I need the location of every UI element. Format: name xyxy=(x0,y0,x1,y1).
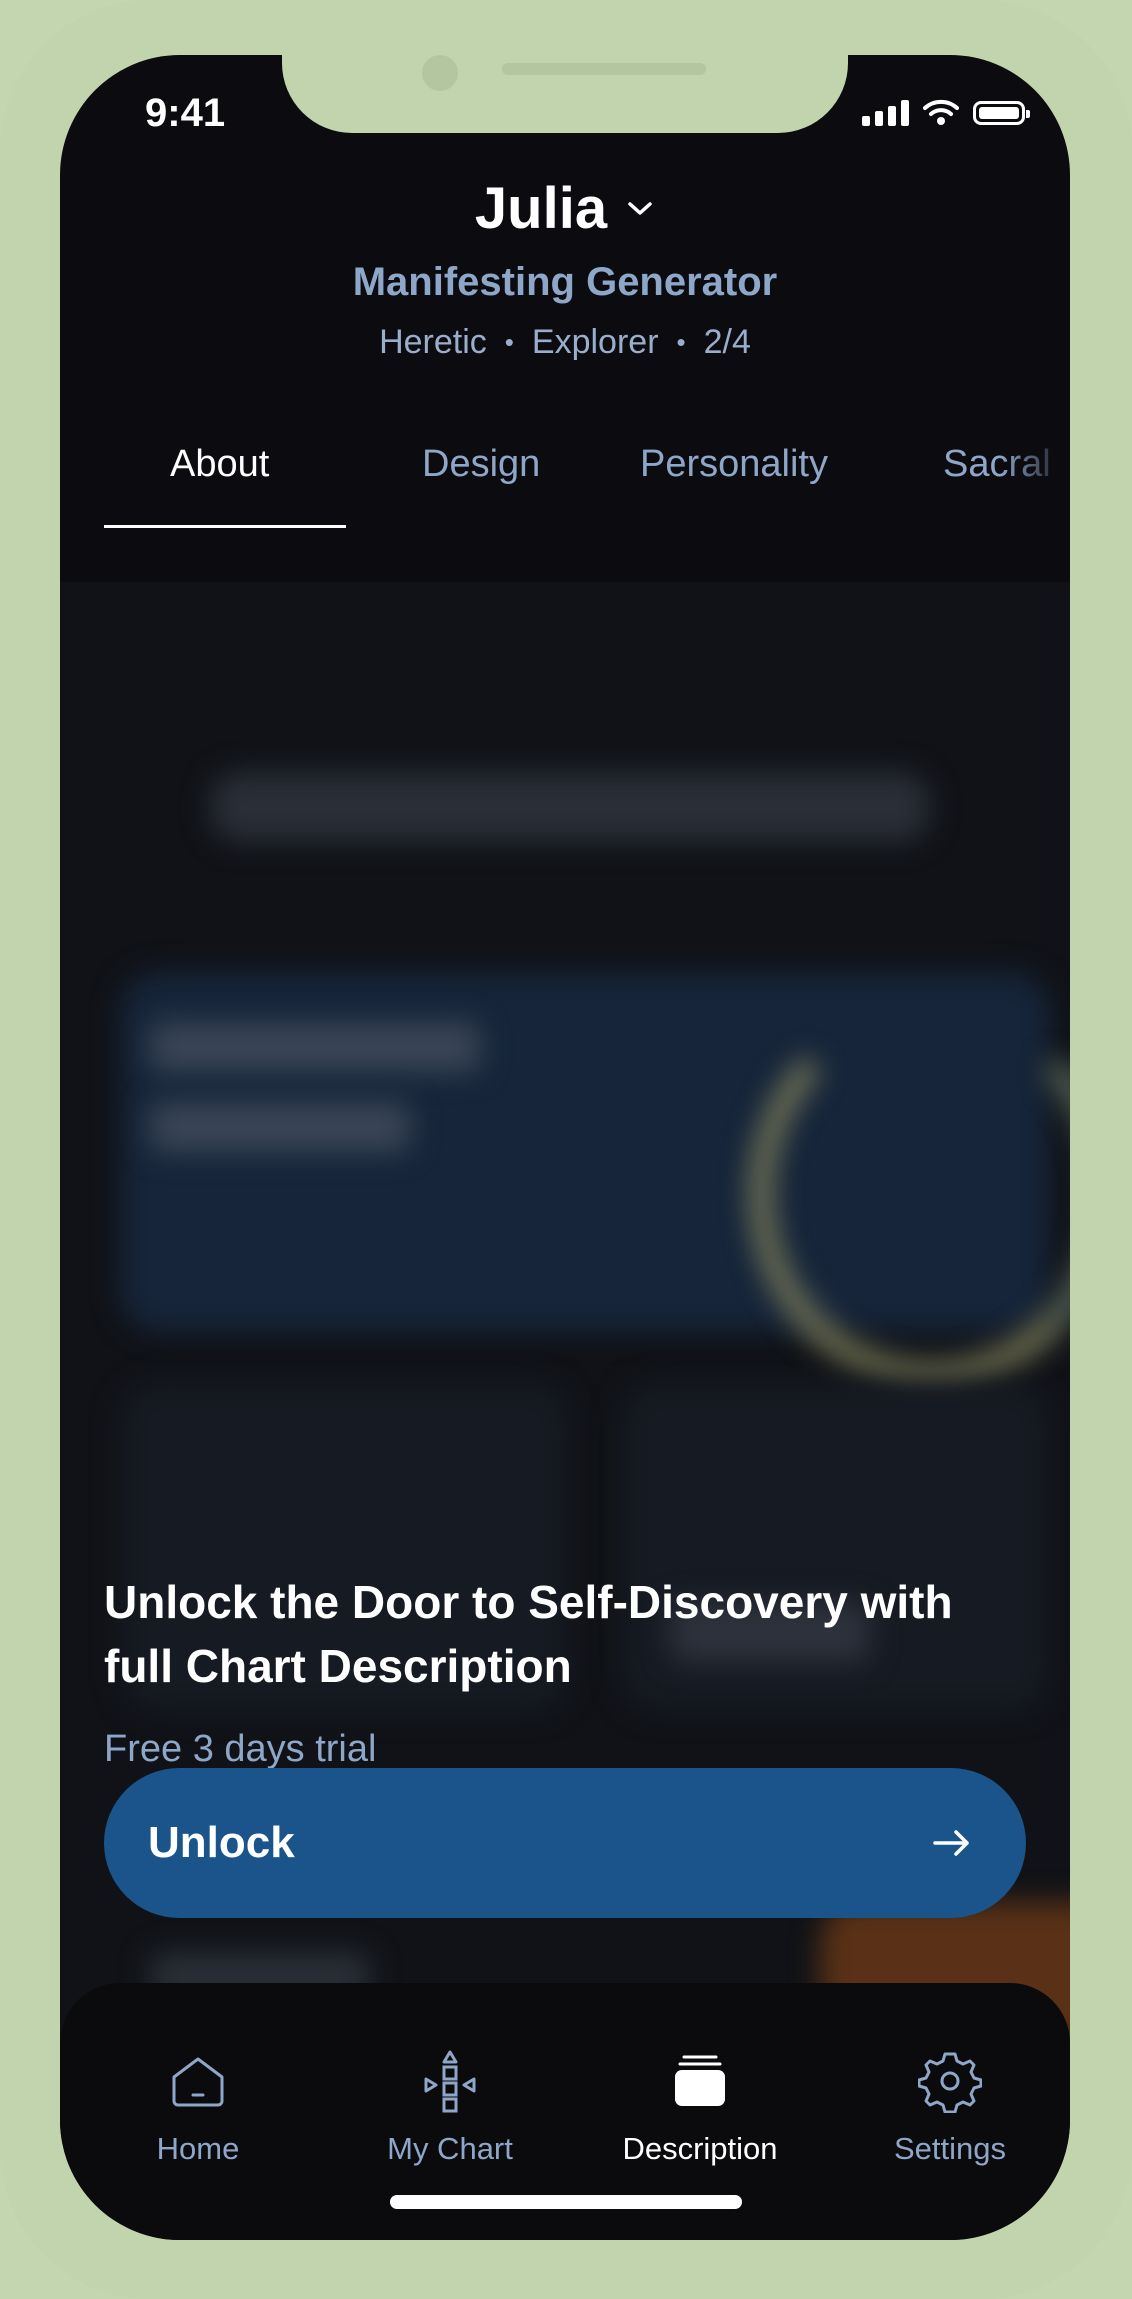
wifi-icon xyxy=(923,99,959,125)
nav-label: My Chart xyxy=(387,2131,513,2166)
promo-title: Unlock the Door to Self-Discovery with f… xyxy=(104,1576,953,1692)
nav-description[interactable]: Description xyxy=(590,2049,810,2167)
unlock-promo: Unlock the Door to Self-Discovery with f… xyxy=(104,1570,1024,1771)
home-indicator[interactable] xyxy=(390,2195,742,2209)
blurred-block xyxy=(210,772,930,842)
blurred-text xyxy=(150,1102,410,1152)
nav-label: Home xyxy=(156,2131,240,2166)
speaker-grille xyxy=(502,63,706,75)
separator-dot: • xyxy=(676,327,686,357)
battery-icon xyxy=(973,101,1030,125)
chart-icon xyxy=(424,2050,476,2113)
app-screen: 9:41 Julia Manifesting Generator Heretic… xyxy=(60,55,1070,2240)
active-tab-indicator xyxy=(104,525,346,528)
blurred-text xyxy=(150,1022,480,1072)
profile-meta: Heretic • Explorer • 2/4 xyxy=(60,323,1070,362)
signal-icon xyxy=(862,100,909,126)
tab-about[interactable]: About xyxy=(170,443,269,486)
description-icon xyxy=(675,2055,725,2106)
nav-settings[interactable]: Settings xyxy=(840,2049,1060,2167)
chevron-down-icon xyxy=(628,201,652,215)
status-icons xyxy=(862,99,1030,127)
separator-dot: • xyxy=(504,327,514,357)
arrow-right-icon xyxy=(933,1830,969,1856)
nav-label: Description xyxy=(622,2131,778,2166)
tab-design[interactable]: Design xyxy=(422,443,540,486)
profile-header: Julia Manifesting Generator Heretic • Ex… xyxy=(60,175,1070,362)
camera-dot xyxy=(422,55,458,91)
tabs-fade xyxy=(1000,435,1070,525)
gear-icon xyxy=(918,2052,982,2113)
status-time: 9:41 xyxy=(145,91,226,135)
nav-my-chart[interactable]: My Chart xyxy=(340,2049,560,2167)
profile-name: Julia xyxy=(474,176,608,241)
nav-label: Settings xyxy=(893,2131,1006,2166)
nav-home[interactable]: Home xyxy=(88,2049,308,2167)
meta-item: 2/4 xyxy=(703,323,751,361)
device-notch xyxy=(282,55,848,133)
section-tabs: About Design Personality Sacral xyxy=(60,443,1070,523)
meta-item: Explorer xyxy=(531,323,659,361)
profile-type: Manifesting Generator xyxy=(352,260,778,304)
unlock-button[interactable]: Unlock xyxy=(104,1768,1026,1918)
tab-personality[interactable]: Personality xyxy=(640,443,828,486)
promo-subtitle: Free 3 days trial xyxy=(104,1728,377,1770)
unlock-button-label: Unlock xyxy=(148,1818,295,1867)
meta-item: Heretic xyxy=(379,323,487,361)
home-icon xyxy=(172,2057,224,2107)
profile-switcher[interactable]: Julia xyxy=(60,175,1070,242)
